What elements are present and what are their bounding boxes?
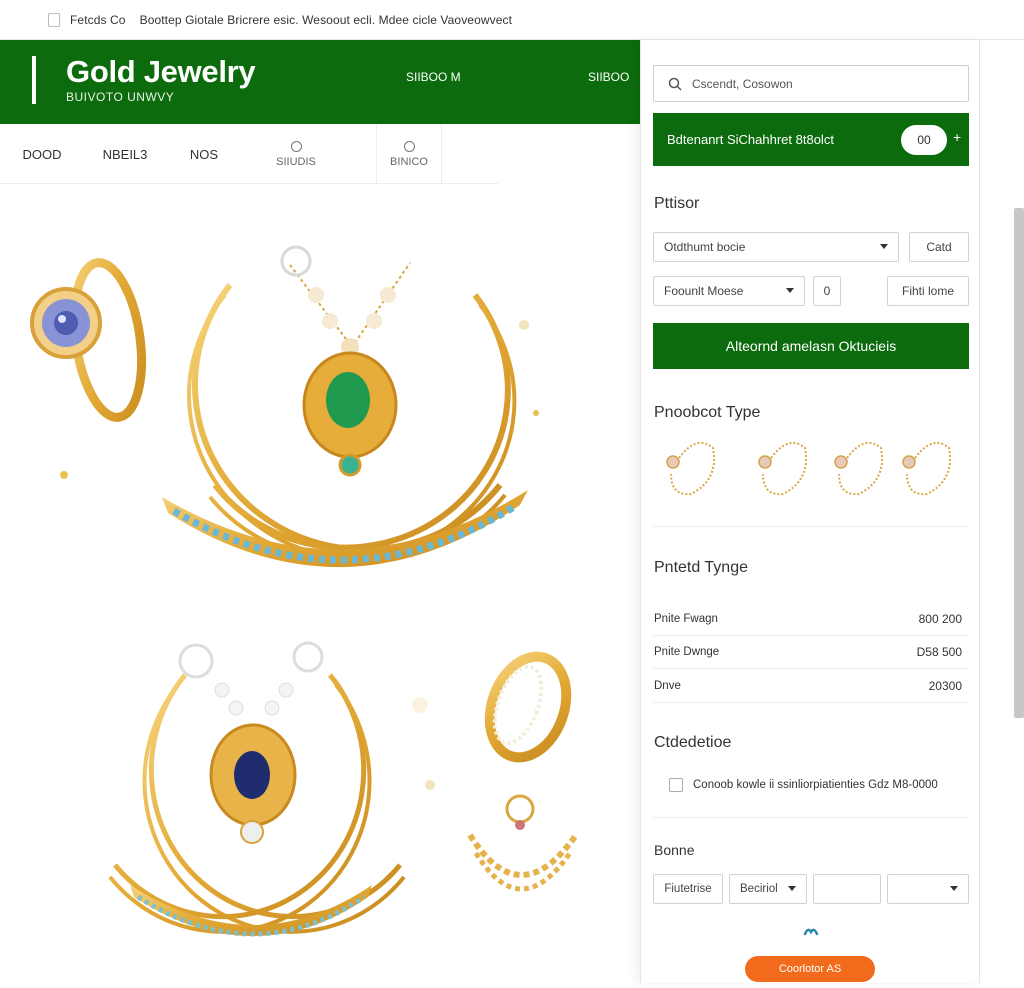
product-type-option-1[interactable]	[666, 441, 715, 496]
chevron-down-icon	[950, 886, 958, 891]
collection-checkbox-label: Conoob kowle ii ssinliorpiatienties Gdz …	[693, 779, 938, 791]
necklace-small-chain[interactable]	[467, 794, 579, 892]
product-gallery	[0, 185, 638, 983]
product-type-option-3[interactable]	[834, 441, 883, 496]
jewelry-illustrations	[30, 245, 579, 937]
filter-sidebar: Bdtenanrt SiChahhret 8t8olct 00 + Pttiso…	[640, 40, 980, 983]
price-row-3-label: Dnve	[654, 679, 681, 692]
product-type-title: Pnoobcot Type	[654, 404, 761, 421]
bottom-section-title: Bonne	[654, 842, 695, 858]
chevron-down-icon	[880, 244, 888, 249]
price-row-1-label: Pnite Fwagn	[654, 612, 718, 625]
collection-checkbox-row[interactable]: Conoob kowle ii ssinliorpiatienties Gdz …	[669, 778, 938, 792]
browser-tab-text[interactable]: Fetcds Co	[70, 13, 126, 27]
nav-item-4-label: SIIUDIS	[276, 155, 316, 168]
scrollbar[interactable]	[1014, 208, 1024, 718]
nav-item-5[interactable]: BINICO	[376, 124, 442, 184]
nav-item-5-icon	[403, 140, 415, 152]
sparkle-dot	[425, 780, 435, 790]
header-accent-bar	[32, 56, 36, 104]
sparkle-dot	[60, 471, 68, 479]
site-header: Gold Jewelry BUIVOTO UNWVY SIIBOO M SIIB…	[0, 40, 640, 124]
promo-count-pill[interactable]: 00	[901, 125, 947, 155]
price-row-2-label: Pnite Dwnge	[654, 645, 720, 658]
search-icon	[668, 77, 682, 91]
page-icon	[48, 12, 60, 27]
collection-title: Ctdedetioe	[654, 734, 732, 751]
product-type-options	[666, 441, 951, 496]
filter-select-1[interactable]: Otdthumt bocie	[653, 232, 899, 262]
section-divider	[653, 526, 969, 527]
browser-bar: Fetcds Co Boottep Giotale Bricrere esic.…	[0, 0, 1024, 40]
ring-blue-gem[interactable]	[30, 258, 151, 422]
bottom-select-2[interactable]	[887, 874, 969, 904]
promo-banner[interactable]: Bdtenanrt SiChahhret 8t8olct 00 +	[653, 113, 969, 166]
price-row-2[interactable]: Pnite Dwnge D58 500	[654, 635, 970, 668]
header-link-1[interactable]: SIIBOO M	[406, 70, 461, 84]
site-subtitle: BUIVOTO UNWVY	[66, 90, 175, 104]
price-range-title: Pntetd Tynge	[654, 559, 748, 576]
section-divider	[653, 817, 969, 818]
price-row-1-value: 800 200	[918, 611, 962, 626]
bottom-field-2[interactable]	[813, 874, 881, 904]
chevron-down-icon	[788, 886, 796, 891]
nav-item-4-icon	[290, 140, 302, 152]
site-title[interactable]: Gold Jewelry	[66, 54, 256, 90]
category-nav: DOOD NBEIL3 NOS SIIUDIS BINICO	[0, 124, 498, 184]
price-row-2-value: D58 500	[916, 644, 962, 659]
price-row-3[interactable]: Dnve 20300	[654, 669, 970, 702]
necklace-blue-pendant[interactable]	[108, 641, 406, 937]
plus-icon[interactable]: +	[953, 129, 961, 145]
filters-title: Pttisor	[654, 195, 700, 212]
chevron-down-icon	[786, 288, 794, 293]
filter-select-1-value: Otdthumt bocie	[664, 240, 746, 254]
filter-select-2[interactable]: Foounlt Moese	[653, 276, 805, 306]
search-input[interactable]	[692, 76, 942, 91]
filter-button-1[interactable]: Catd	[909, 232, 969, 262]
sparkle-dot	[412, 697, 428, 713]
bottom-select-1[interactable]: Beciriol	[729, 874, 807, 904]
promo-text: Bdtenanrt SiChahhret 8t8olct	[667, 132, 834, 147]
nav-item-5-label: BINICO	[390, 155, 428, 168]
nav-item-1[interactable]: DOOD	[10, 124, 74, 184]
product-type-option-4[interactable]	[902, 441, 951, 496]
price-row-1[interactable]: Pnite Fwagn 800 200	[654, 602, 970, 635]
bottom-select-1-value: Beciriol	[740, 883, 778, 895]
row-divider	[653, 702, 969, 703]
nav-item-4[interactable]: SIIUDIS	[256, 124, 336, 184]
filter-button-3[interactable]: Fihti lome	[887, 276, 969, 306]
filter-button-2[interactable]: 0	[813, 276, 841, 306]
sparkle-dot	[533, 410, 539, 416]
search-box[interactable]	[653, 65, 969, 102]
necklace-green-pendant[interactable]	[162, 245, 528, 568]
price-row-3-value: 20300	[928, 678, 962, 693]
ring-pearl-band[interactable]	[476, 646, 579, 768]
product-type-option-2[interactable]	[758, 441, 807, 496]
apply-filters-button[interactable]: Alteornd amelasn Oktucieis	[653, 323, 969, 369]
nav-item-3[interactable]: NOS	[176, 124, 232, 184]
browser-url-text[interactable]: Boottep Giotale Bricrere esic. Wesoout e…	[140, 13, 512, 27]
nav-item-2[interactable]: NBEIL3	[90, 124, 160, 184]
bottom-field-1[interactable]: Fiutetrise	[653, 874, 723, 904]
checkbox[interactable]	[669, 778, 683, 792]
checkout-button[interactable]: Coorlotor AS	[745, 956, 875, 982]
sparkle-dot	[519, 320, 529, 330]
filter-select-2-value: Foounlt Moese	[664, 284, 744, 298]
header-link-2[interactable]: SIIBOO	[588, 70, 629, 84]
loading-icon	[803, 928, 819, 936]
